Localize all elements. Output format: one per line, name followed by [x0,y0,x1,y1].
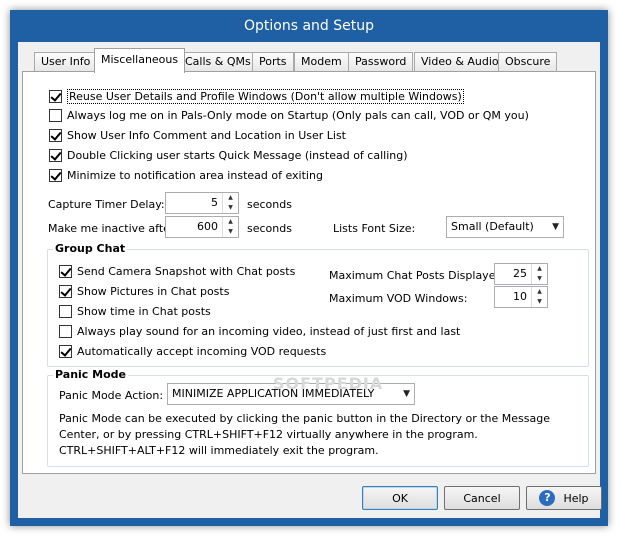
capture-timer-label: Capture Timer Delay: [48,197,165,211]
option-label: Reuse User Details and Profile Windows (… [67,89,464,104]
group-chat-title: Group Chat [53,242,128,255]
option-label: Send Camera Snapshot with Chat posts [77,265,296,278]
capture-timer-stepper[interactable]: 5 ▲ ▼ [165,192,239,214]
options-window: Options and Setup User Info Miscellaneou… [10,10,608,526]
select-value: Small (Default) [451,220,534,233]
spin-down-icon[interactable]: ▼ [223,227,238,237]
max-vod-label: Maximum VOD Windows: [329,291,468,305]
checkbox[interactable] [49,109,62,122]
option-label: Double Clicking user starts Quick Messag… [67,149,408,162]
option-camera-snapshot[interactable]: Send Camera Snapshot with Chat posts [59,265,295,278]
option-pals-only[interactable]: Always log me on in Pals-Only mode on St… [49,109,529,122]
spin-up-icon[interactable]: ▲ [223,217,238,227]
miscellaneous-panel: Reuse User Details and Profile Windows (… [22,71,596,474]
option-show-pictures[interactable]: Show Pictures in Chat posts [59,285,229,298]
stepper-value: 5 [211,196,218,209]
tab-calls-qms[interactable]: Calls & QMs [178,52,258,72]
chevron-down-icon: ▼ [403,389,410,399]
option-label: Automatically accept incoming VOD reques… [77,345,327,358]
panic-action-label: Panic Mode Action: [59,388,164,402]
checkbox[interactable] [59,305,72,318]
option-show-user-info[interactable]: Show User Info Comment and Location in U… [49,129,346,142]
option-label: Show Pictures in Chat posts [77,285,230,298]
inactive-unit: seconds [247,221,292,235]
tab-password[interactable]: Password [348,52,414,72]
watermark: SOFTPEDIA [273,374,384,393]
checkbox[interactable] [59,325,72,338]
spin-up-icon[interactable]: ▲ [223,193,238,203]
option-label: Show time in Chat posts [77,305,211,318]
option-label: Always log me on in Pals-Only mode on St… [67,109,529,122]
chevron-down-icon: ▼ [552,222,559,232]
checkbox[interactable] [49,129,62,142]
max-posts-label: Maximum Chat Posts Displayed: [329,268,507,282]
checkbox[interactable] [59,265,72,278]
checkbox[interactable] [59,285,72,298]
tab-obscure[interactable]: Obscure [498,52,558,72]
checkbox[interactable] [49,169,62,182]
option-reuse-windows[interactable]: Reuse User Details and Profile Windows (… [49,89,464,104]
checkbox[interactable] [49,90,62,103]
spin-up-icon[interactable]: ▲ [532,287,547,297]
tab-modem[interactable]: Modem [294,52,349,72]
option-label: Always play sound for an incoming video,… [77,325,461,338]
spin-up-icon[interactable]: ▲ [532,264,547,274]
option-double-click-qm[interactable]: Double Clicking user starts Quick Messag… [49,149,408,162]
font-size-label: Lists Font Size: [333,221,416,235]
window-title: Options and Setup [243,18,374,34]
tab-miscellaneous[interactable]: Miscellaneous [94,48,186,73]
spin-down-icon[interactable]: ▼ [532,297,547,307]
max-vod-stepper[interactable]: 10 ▲ ▼ [494,286,548,308]
tab-user-info[interactable]: User Info [34,52,98,72]
option-always-play-sound[interactable]: Always play sound for an incoming video,… [59,325,460,338]
max-posts-stepper[interactable]: 25 ▲ ▼ [494,263,548,285]
option-minimize-tray[interactable]: Minimize to notification area instead of… [49,169,323,182]
help-button[interactable]: ? Help [526,486,602,510]
help-icon: ? [539,490,556,506]
spin-down-icon[interactable]: ▼ [223,203,238,213]
panic-mode-description: Panic Mode can be executed by clicking t… [59,412,550,457]
option-label: Show User Info Comment and Location in U… [67,129,346,142]
stepper-value: 25 [513,267,527,280]
panic-mode-title: Panic Mode [53,368,128,381]
option-accept-vod[interactable]: Automatically accept incoming VOD reques… [59,345,326,358]
tab-ports[interactable]: Ports [252,52,294,72]
window-client: User Info Miscellaneous Calls & QMs Port… [18,42,602,518]
capture-timer-unit: seconds [247,197,292,211]
option-label: Minimize to notification area instead of… [67,169,323,182]
help-button-label: Help [563,491,589,505]
stepper-value: 600 [197,220,218,233]
font-size-select[interactable]: Small (Default) ▼ [446,216,564,238]
option-show-time[interactable]: Show time in Chat posts [59,305,211,318]
ok-button[interactable]: OK [362,486,438,510]
spin-down-icon[interactable]: ▼ [532,274,547,284]
tab-video-audio[interactable]: Video & Audio [414,52,506,72]
stepper-value: 10 [513,290,527,303]
inactive-stepper[interactable]: 600 ▲ ▼ [165,216,239,238]
cancel-button[interactable]: Cancel [444,486,520,510]
inactive-label: Make me inactive after [48,221,175,235]
checkbox[interactable] [59,345,72,358]
checkbox[interactable] [49,149,62,162]
